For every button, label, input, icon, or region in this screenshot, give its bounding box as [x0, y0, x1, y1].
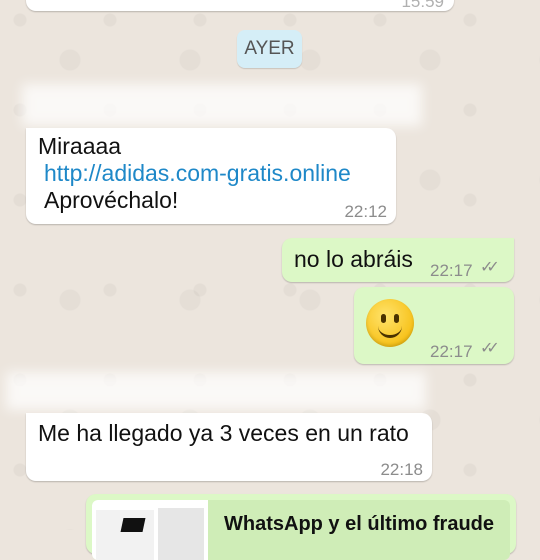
message-time: 22:12 [344, 202, 387, 221]
message-time: 22:17 [430, 261, 473, 280]
link-preview-bubble[interactable]: WhatsApp y el último fraude [86, 494, 516, 560]
date-chip: AYER [237, 30, 302, 68]
link-preview-thumbnail [92, 500, 208, 560]
link-preview-title: WhatsApp y el último fraude [224, 513, 495, 535]
message-bubble-incoming[interactable]: Me ha llegado ya 3 veces en un rato 22:1… [26, 413, 432, 481]
message-text: Aprovéchalo! [44, 187, 179, 213]
blurred-sender-name [6, 372, 426, 410]
message-bubble-outgoing[interactable]: 22:17 ✓✓ [354, 287, 514, 364]
smile-emoji-icon [366, 299, 414, 347]
message-link[interactable]: http://adidas.com-gratis.online [44, 159, 351, 187]
message-bubble-outgoing[interactable]: no lo abráis 22:17 ✓✓ [282, 238, 514, 282]
message-time: 22:18 [380, 460, 423, 479]
message-time: 15:59 [401, 0, 444, 11]
message-bubble-incoming[interactable]: Miraaaa http://adidas.com-gratis.online … [26, 128, 396, 224]
link-preview-card[interactable]: WhatsApp y el último fraude [92, 500, 510, 560]
message-time: 22:17 [430, 342, 473, 361]
blurred-sender-name [22, 84, 422, 126]
date-chip-label: AYER [244, 38, 295, 59]
double-check-icon: ✓✓ [480, 259, 500, 276]
message-text: Miraaaa [38, 133, 122, 159]
message-text: no lo abráis [294, 246, 413, 272]
message-text: Me ha llegado ya 3 veces en un rato [38, 420, 409, 446]
partial-message-bubble[interactable]: 15:59 [26, 0, 454, 11]
double-check-icon: ✓✓ [480, 340, 500, 357]
